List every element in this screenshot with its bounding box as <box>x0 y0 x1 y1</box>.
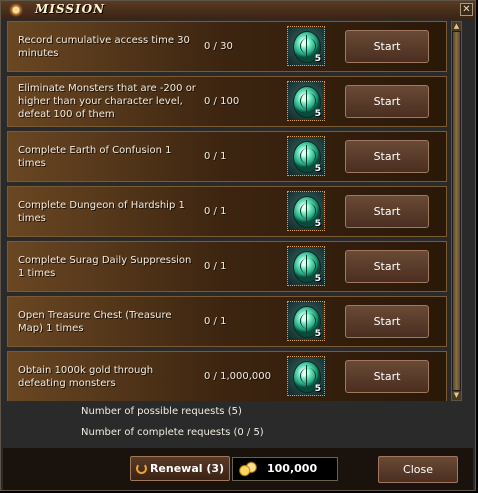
scroll-down-arrow-icon[interactable]: ▼ <box>452 391 461 400</box>
gold-display: 100,000 <box>232 457 338 481</box>
reward-item[interactable]: 5 <box>287 81 325 121</box>
start-button[interactable]: Start <box>345 250 429 283</box>
mission-progress: 0 / 30 <box>204 41 233 52</box>
start-button[interactable]: Start <box>345 85 429 118</box>
reward-count: 5 <box>314 219 321 229</box>
mission-row: Obtain 1000k gold through defeating mons… <box>7 351 447 401</box>
mission-window: MISSION ✕ Record cumulative access time … <box>0 0 476 491</box>
mission-description: Complete Dungeon of Hardship 1 times <box>18 199 185 224</box>
renewal-label: Renewal (3) <box>149 462 225 475</box>
mission-description: Record cumulative access time 30 minutes <box>18 34 190 59</box>
mission-list: Record cumulative access time 30 minutes… <box>7 21 448 401</box>
possible-requests-text: Number of possible requests (5) <box>81 406 242 417</box>
renewal-button[interactable]: Renewal (3) <box>130 456 230 481</box>
start-button[interactable]: Start <box>345 195 429 228</box>
mission-description: Obtain 1000k gold through defeating mons… <box>18 364 154 389</box>
mission-row: Complete Dungeon of Hardship 1 times 0 /… <box>7 186 447 237</box>
scroll-up-arrow-icon[interactable]: ▲ <box>452 22 461 31</box>
start-button[interactable]: Start <box>345 30 429 63</box>
mission-emblem-icon <box>5 3 27 17</box>
reward-count: 5 <box>314 109 321 119</box>
complete-requests-text: Number of complete requests (0 / 5) <box>81 427 264 438</box>
reward-count: 5 <box>314 329 321 339</box>
close-button[interactable]: Close <box>378 456 458 483</box>
start-button[interactable]: Start <box>345 360 429 393</box>
reward-item[interactable]: 5 <box>287 136 325 176</box>
mission-progress: 0 / 1 <box>204 206 227 217</box>
refresh-icon <box>135 463 147 474</box>
reward-count: 5 <box>314 54 321 64</box>
mission-row: Complete Earth of Confusion 1 times 0 / … <box>7 131 447 182</box>
mission-row: Record cumulative access time 30 minutes… <box>7 21 447 72</box>
start-button[interactable]: Start <box>345 140 429 173</box>
reward-item[interactable]: 5 <box>287 301 325 341</box>
scroll-thumb[interactable] <box>453 32 460 390</box>
mission-progress: 0 / 1 <box>204 151 227 162</box>
reward-item[interactable]: 5 <box>287 26 325 66</box>
reward-count: 5 <box>314 274 321 284</box>
reward-count: 5 <box>314 384 321 394</box>
window-close-icon[interactable]: ✕ <box>460 3 473 16</box>
start-button[interactable]: Start <box>345 305 429 338</box>
mission-description: Eliminate Monsters that are -200 or high… <box>18 83 196 120</box>
mission-description: Open Treasure Chest (Treasure Map) 1 tim… <box>18 309 172 334</box>
mission-row: Eliminate Monsters that are -200 or high… <box>7 76 447 127</box>
reward-item[interactable]: 5 <box>287 246 325 286</box>
mission-progress: 0 / 1 <box>204 261 227 272</box>
reward-item[interactable]: 5 <box>287 356 325 396</box>
reward-item[interactable]: 5 <box>287 191 325 231</box>
gold-coins-icon <box>237 461 259 477</box>
mission-description: Complete Earth of Confusion 1 times <box>18 144 172 169</box>
gold-amount: 100,000 <box>267 462 318 475</box>
title-bar[interactable]: MISSION ✕ <box>1 1 475 19</box>
mission-progress: 0 / 1,000,000 <box>204 371 271 382</box>
mission-progress: 0 / 1 <box>204 316 227 327</box>
mission-description: Complete Surag Daily Suppression 1 times <box>18 254 192 279</box>
mission-row: Open Treasure Chest (Treasure Map) 1 tim… <box>7 296 447 347</box>
window-title: MISSION <box>35 2 105 16</box>
mission-row: Complete Surag Daily Suppression 1 times… <box>7 241 447 292</box>
reward-count: 5 <box>314 164 321 174</box>
mission-progress: 0 / 100 <box>204 96 240 107</box>
mission-list-scrollbar[interactable]: ▲ ▼ <box>451 21 462 401</box>
